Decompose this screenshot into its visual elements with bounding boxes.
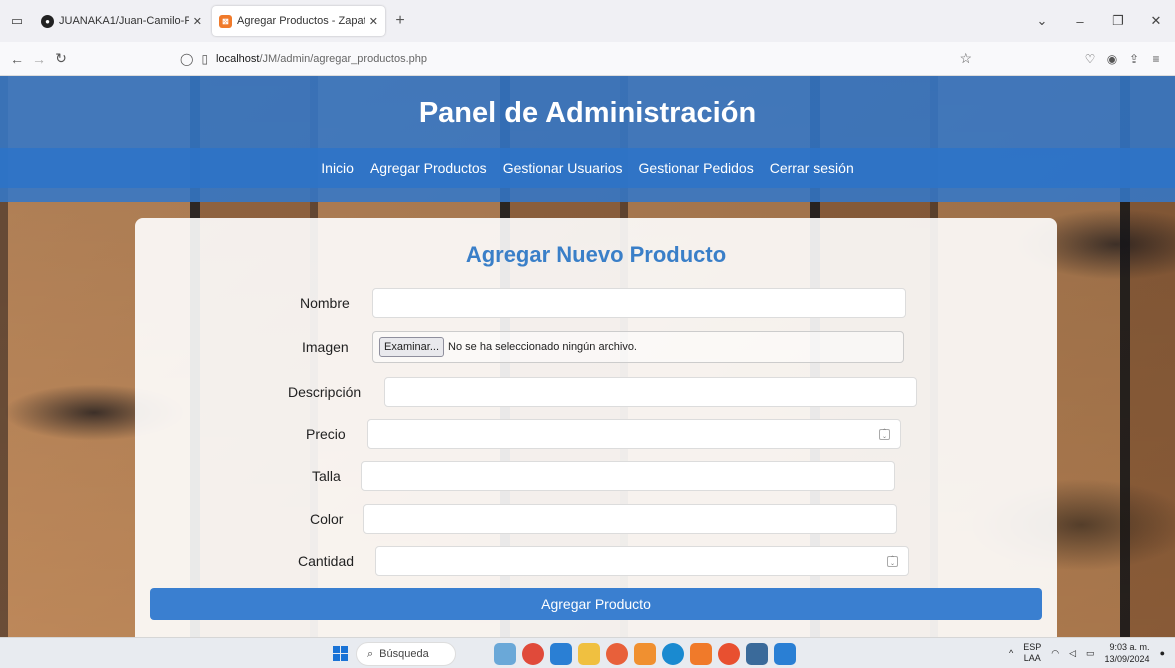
restore-icon[interactable]: ❐ bbox=[1099, 13, 1137, 29]
browser-nav-bar: ← → ↻ ◯ ▯ localhost/JM/admin/agregar_pro… bbox=[0, 42, 1175, 76]
admin-header: Panel de Administración Inicio Agregar P… bbox=[0, 76, 1175, 202]
form-card: Agregar Nuevo Producto Nombre Imagen Exa… bbox=[135, 218, 1057, 637]
clock[interactable]: 9:03 a. m. 13/09/2024 bbox=[1105, 641, 1150, 665]
descripcion-input[interactable] bbox=[384, 377, 917, 407]
taskbar-apps bbox=[494, 643, 796, 665]
descripcion-label: Descripción bbox=[288, 384, 362, 400]
windows-start-icon[interactable] bbox=[333, 646, 348, 661]
chevron-down-icon[interactable]: ⌄ bbox=[1023, 13, 1061, 29]
bookmark-star-icon[interactable]: ☆ bbox=[959, 50, 972, 67]
tab-title: Agregar Productos - Zapatería bbox=[237, 15, 365, 27]
url-path: /JM/admin/agregar_productos.php bbox=[259, 53, 428, 65]
xampp-icon[interactable] bbox=[690, 643, 712, 665]
close-window-icon[interactable]: ✕ bbox=[1137, 13, 1175, 29]
share-icon[interactable]: ⇪ bbox=[1123, 52, 1145, 66]
admin-nav: Inicio Agregar Productos Gestionar Usuar… bbox=[0, 148, 1175, 188]
cantidad-row: Cantidad ⌃ ⌄ bbox=[298, 545, 909, 577]
account-icon[interactable]: ◉ bbox=[1101, 52, 1123, 66]
system-tray: ^ ESP LAA ◠ ◁ ▭ 9:03 a. m. 13/09/2024 ● bbox=[1009, 641, 1165, 665]
github-icon: ● bbox=[41, 14, 54, 28]
wifi-icon[interactable]: ◠ bbox=[1051, 648, 1059, 659]
taskbar-search[interactable]: ⌕ Búsqueda bbox=[356, 642, 456, 666]
stepper-icon[interactable]: ⌃ ⌄ bbox=[887, 556, 898, 567]
file-status: No se ha seleccionado ningún archivo. bbox=[448, 341, 637, 353]
notification-bell-icon[interactable]: ● bbox=[1160, 648, 1165, 658]
vscode-icon[interactable] bbox=[550, 643, 572, 665]
nav-link-gestionar-pedidos[interactable]: Gestionar Pedidos bbox=[639, 160, 754, 176]
app-icon[interactable] bbox=[746, 643, 768, 665]
talla-label: Talla bbox=[312, 468, 341, 484]
shield-icon: ◯ bbox=[180, 52, 194, 66]
pocket-icon[interactable]: ♡ bbox=[1079, 52, 1101, 66]
tab-list-icon[interactable]: ▭ bbox=[0, 0, 34, 42]
agregar-producto-button[interactable]: Agregar Producto bbox=[150, 588, 1042, 620]
firefox-icon[interactable] bbox=[606, 643, 628, 665]
app-icon[interactable] bbox=[634, 643, 656, 665]
language-indicator[interactable]: ESP LAA bbox=[1023, 642, 1041, 664]
url-host: localhost bbox=[216, 53, 260, 65]
cantidad-input[interactable]: ⌃ ⌄ bbox=[375, 546, 909, 576]
imagen-label: Imagen bbox=[302, 339, 349, 355]
color-input[interactable] bbox=[363, 504, 897, 534]
windows-taskbar: ⌕ Búsqueda ^ ESP LAA ◠ ◁ ▭ 9:03 a. m. 13… bbox=[0, 637, 1175, 668]
reload-icon[interactable]: ↻ bbox=[50, 50, 72, 67]
page-title: Panel de Administración bbox=[418, 97, 757, 129]
imagen-file-input[interactable]: Examinar... No se ha seleccionado ningún… bbox=[372, 331, 904, 363]
nombre-row: Nombre bbox=[300, 287, 906, 319]
color-label: Color bbox=[310, 511, 344, 527]
talla-input[interactable] bbox=[361, 461, 895, 491]
lang-bottom: LAA bbox=[1023, 653, 1041, 663]
stepper-icon[interactable]: ⌃ ⌄ bbox=[879, 429, 890, 440]
nombre-input[interactable] bbox=[372, 288, 906, 318]
app-icon[interactable] bbox=[718, 643, 740, 665]
forward-icon[interactable]: → bbox=[28, 51, 50, 67]
volume-icon[interactable]: ◁ bbox=[1069, 648, 1076, 659]
clock-time: 9:03 a. m. bbox=[1109, 642, 1150, 652]
nav-link-gestionar-usuarios[interactable]: Gestionar Usuarios bbox=[503, 160, 623, 176]
nav-link-inicio[interactable]: Inicio bbox=[321, 160, 354, 176]
toolbar-icons: ♡ ◉ ⇪ ≡ bbox=[1079, 42, 1167, 76]
lang-top: ESP bbox=[1023, 642, 1042, 652]
menu-icon[interactable]: ≡ bbox=[1145, 52, 1167, 66]
search-icon: ⌕ bbox=[367, 647, 374, 660]
close-tab-icon[interactable]: ✕ bbox=[369, 15, 378, 28]
browser-tab-bar: ▭ ● JUANAKA1/Juan-Camilo-Prieto ✕ ⊠ Agre… bbox=[0, 0, 1175, 42]
page-icon: ▯ bbox=[201, 52, 209, 66]
color-row: Color bbox=[310, 503, 897, 535]
battery-icon[interactable]: ▭ bbox=[1086, 648, 1095, 659]
descripcion-row: Descripción bbox=[288, 376, 917, 408]
edge-icon[interactable] bbox=[662, 643, 684, 665]
imagen-row: Imagen Examinar... No se ha seleccionado… bbox=[302, 331, 904, 363]
form-title: Agregar Nuevo Producto bbox=[465, 242, 727, 267]
url-bar[interactable]: ◯ ▯ localhost/JM/admin/agregar_productos… bbox=[180, 46, 980, 72]
cantidad-label: Cantidad bbox=[298, 553, 355, 569]
page-content: Panel de Administración Inicio Agregar P… bbox=[0, 76, 1175, 637]
back-icon[interactable]: ← bbox=[6, 51, 28, 67]
precio-input[interactable]: ⌃ ⌄ bbox=[367, 419, 901, 449]
window-controls: ⌄ – ❐ ✕ bbox=[1023, 0, 1175, 42]
tab-github[interactable]: ● JUANAKA1/Juan-Camilo-Prieto ✕ bbox=[34, 6, 209, 36]
xampp-icon: ⊠ bbox=[219, 14, 232, 28]
nav-link-cerrar-sesion[interactable]: Cerrar sesión bbox=[770, 160, 854, 176]
precio-label: Precio bbox=[306, 426, 346, 442]
close-tab-icon[interactable]: ✕ bbox=[193, 15, 202, 28]
clock-date: 13/09/2024 bbox=[1104, 654, 1150, 664]
nombre-label: Nombre bbox=[300, 295, 350, 311]
minimize-icon[interactable]: – bbox=[1061, 14, 1099, 29]
browse-button[interactable]: Examinar... bbox=[379, 337, 445, 357]
file-explorer-icon[interactable] bbox=[578, 643, 600, 665]
app-icon[interactable] bbox=[494, 643, 516, 665]
nav-link-agregar-productos[interactable]: Agregar Productos bbox=[370, 160, 487, 176]
search-placeholder: Búsqueda bbox=[379, 648, 429, 660]
precio-row: Precio ⌃ ⌄ bbox=[306, 418, 901, 450]
chrome-icon[interactable] bbox=[522, 643, 544, 665]
chevron-up-icon[interactable]: ^ bbox=[1009, 648, 1013, 658]
talla-row: Talla bbox=[312, 460, 895, 492]
tab-agregar-productos[interactable]: ⊠ Agregar Productos - Zapatería ✕ bbox=[212, 6, 385, 36]
new-tab-button[interactable]: + bbox=[385, 12, 415, 30]
app-icon[interactable] bbox=[774, 643, 796, 665]
tab-title: JUANAKA1/Juan-Camilo-Prieto bbox=[59, 15, 189, 27]
